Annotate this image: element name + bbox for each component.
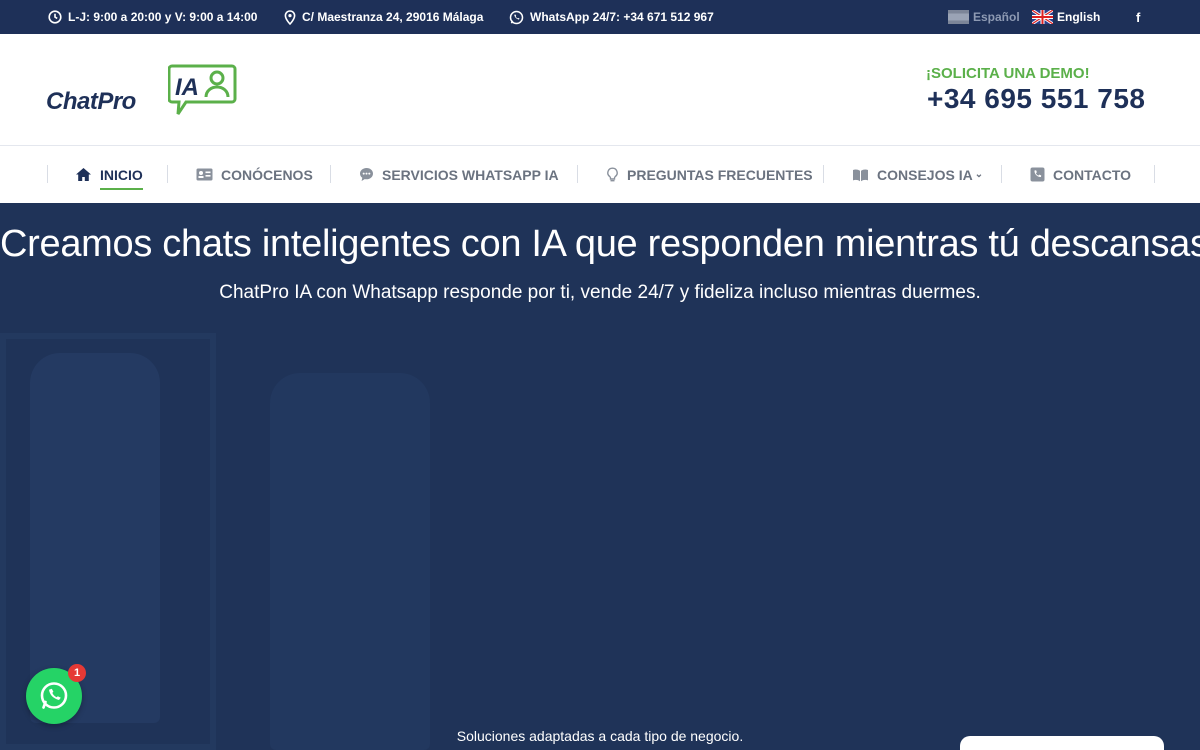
logo-text: ChatPro: [46, 88, 136, 115]
nav-divider: [167, 165, 168, 183]
nav-label-contacto: CONTACTO: [1053, 166, 1132, 183]
nav-label-preguntas: PREGUNTAS FRECUENTES: [627, 166, 813, 183]
lightbulb-icon: [607, 166, 618, 181]
chat-bubble-icon: [360, 168, 373, 181]
uk-flag-icon: [1031, 8, 1054, 26]
nav-divider: [577, 165, 578, 183]
nav-item-conocenos[interactable]: CONÓCENOS: [196, 146, 313, 203]
language-en-label: English: [1057, 10, 1101, 24]
spain-flag-icon: [948, 10, 969, 24]
opening-hours: L-J: 9:00 a 20:00 y V: 9:00 a 14:00: [48, 0, 257, 34]
header-phone[interactable]: +34 695 551 758: [927, 83, 1145, 115]
logo-ia-text: IA: [175, 74, 199, 101]
nav-item-consejos[interactable]: CONSEJOS IA ⌄: [852, 146, 983, 203]
map-pin-icon: [284, 9, 296, 25]
nav-label-consejos: CONSEJOS IA: [877, 166, 973, 183]
nav-item-contacto[interactable]: CONTACTO: [1030, 146, 1131, 203]
nav-label-conocenos: CONÓCENOS: [221, 166, 313, 183]
language-es[interactable]: Español: [948, 0, 1020, 34]
nav-item-inicio[interactable]: INICIO: [75, 146, 143, 203]
hero-subtitle: ChatPro IA con Whatsapp responde por ti,…: [219, 282, 981, 303]
address-text: C/ Maestranza 24, 29016 Málaga: [302, 10, 484, 24]
hero-section: Creamos chats inteligentes con IA que re…: [0, 203, 1200, 750]
whatsapp-contact[interactable]: WhatsApp 24/7: +34 671 512 967: [509, 0, 714, 34]
nav-divider: [330, 165, 331, 183]
main-nav: INICIO CONÓCENOS SERVICIOS WHATSAPP IA P…: [0, 146, 1200, 203]
whatsapp-text: WhatsApp 24/7: +34 671 512 967: [530, 10, 714, 24]
hero-card[interactable]: [960, 736, 1164, 750]
language-es-label: Español: [973, 10, 1020, 24]
whatsapp-icon: [509, 10, 524, 24]
nav-divider: [47, 165, 48, 183]
demo-cta[interactable]: ¡SOLICITA UNA DEMO!: [926, 65, 1100, 82]
nav-item-preguntas[interactable]: PREGUNTAS FRECUENTES: [606, 146, 813, 203]
hero-title: Creamos chats inteligentes con IA que re…: [0, 223, 1200, 265]
top-bar: L-J: 9:00 a 20:00 y V: 9:00 a 14:00 C/ M…: [0, 0, 1200, 34]
logo-chat-bubble-icon: IA: [168, 64, 237, 115]
nav-divider: [1001, 165, 1002, 183]
notification-badge: 1: [68, 664, 86, 682]
nav-label-inicio: INICIO: [100, 167, 143, 190]
clock-icon: [48, 10, 62, 24]
nav-item-servicios[interactable]: SERVICIOS WHATSAPP IA: [359, 146, 559, 203]
hero-background-figure: [270, 373, 430, 750]
facebook-icon[interactable]: f: [1136, 0, 1140, 34]
logo[interactable]: ChatPro IA: [46, 60, 246, 120]
home-icon: [76, 168, 91, 181]
phone-icon: [1030, 167, 1045, 182]
language-en[interactable]: English: [1031, 0, 1101, 34]
site-header: ChatPro IA ¡SOLICITA UNA DEMO! +34 695 5…: [0, 34, 1200, 146]
id-card-icon: [196, 168, 213, 181]
chevron-down-icon: ⌄: [974, 169, 984, 180]
nav-divider: [1154, 165, 1155, 183]
hours-text: L-J: 9:00 a 20:00 y V: 9:00 a 14:00: [68, 10, 258, 24]
nav-divider: [823, 165, 824, 183]
book-icon: [853, 169, 868, 181]
whatsapp-icon: [40, 682, 68, 709]
address: C/ Maestranza 24, 29016 Málaga: [284, 0, 483, 34]
nav-label-servicios: SERVICIOS WHATSAPP IA: [382, 166, 559, 183]
